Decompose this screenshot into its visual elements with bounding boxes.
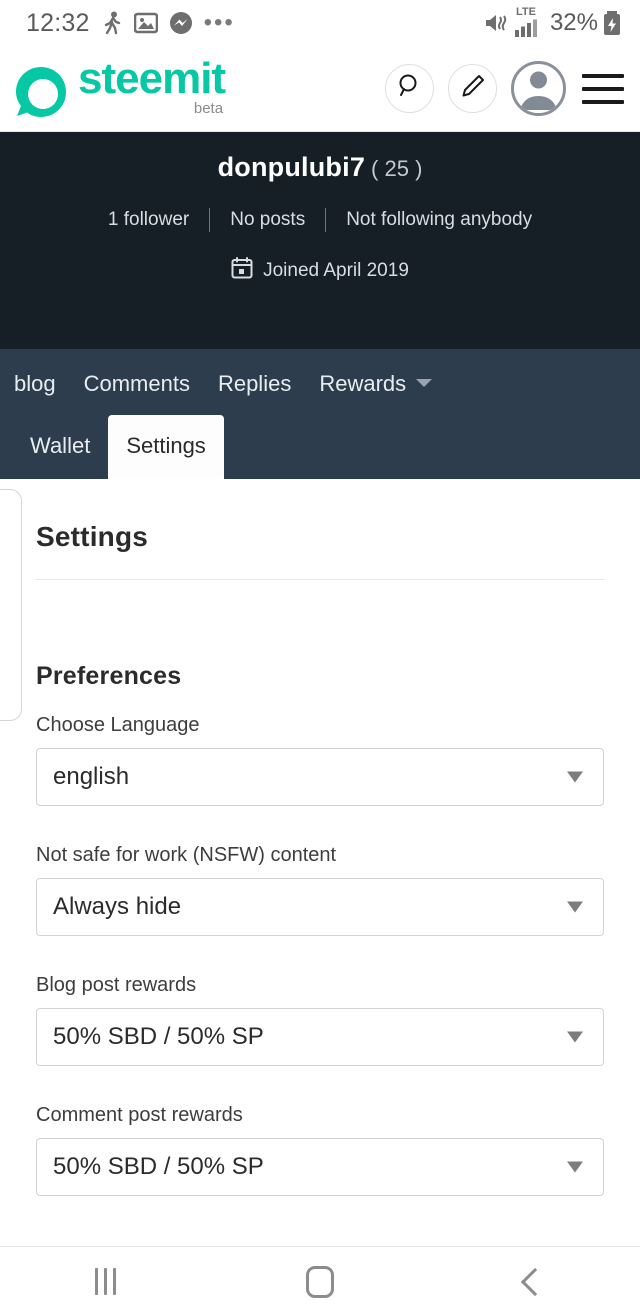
profile-tabs-row-2: Wallet Settings <box>0 415 640 479</box>
profile-tabs-row-1: blog Comments Replies Rewards <box>0 349 640 415</box>
beta-label: beta <box>193 99 224 117</box>
chevron-down-icon <box>416 379 433 387</box>
select-blog-post-rewards[interactable]: 50% SBD / 50% SP <box>36 1008 604 1066</box>
title-divider <box>36 579 604 580</box>
mute-icon <box>484 11 510 35</box>
hamburger-menu-button[interactable] <box>582 73 624 104</box>
label-blog-post-rewards: Blog post rewards <box>36 974 197 996</box>
status-bar-left: 12:32 ••• <box>26 9 235 38</box>
profile-stats: 1 follower No posts Not following anybod… <box>108 208 532 232</box>
field-comment-post-rewards: Comment post rewards 50% SBD / 50% SP <box>36 1104 604 1196</box>
profile-joined-label: Joined April 2019 <box>263 260 409 281</box>
tab-comments[interactable]: Comments <box>84 371 190 397</box>
field-choose-language: Choose Language english <box>36 714 604 806</box>
profile-username: donpulubi7 <box>217 152 366 182</box>
profile-followers[interactable]: 1 follower <box>108 209 189 231</box>
home-icon[interactable] <box>306 1265 335 1298</box>
compose-post-button[interactable] <box>448 64 497 113</box>
header-actions <box>385 61 624 116</box>
chevron-down-icon <box>567 901 583 913</box>
select-choose-language[interactable]: english <box>36 748 604 806</box>
select-nsfw-content[interactable]: Always hide <box>36 878 604 936</box>
recents-bar-2 <box>104 1268 108 1295</box>
profile-tabs: blog Comments Replies Rewards Wallet Set… <box>0 349 640 479</box>
recents-bar-1 <box>95 1268 99 1295</box>
steemit-logo-link[interactable]: steemit beta <box>14 53 226 119</box>
messenger-icon <box>169 11 193 35</box>
profile-following[interactable]: Not following anybody <box>346 209 532 231</box>
hamburger-line-3 <box>582 99 624 104</box>
ellipsis-icon: ••• <box>203 9 235 36</box>
select-comment-post-rewards[interactable]: 50% SBD / 50% SP <box>36 1138 604 1196</box>
steemit-logo-icon <box>14 65 68 119</box>
steemit-wordmark: steemit <box>78 53 226 103</box>
stats-divider-2 <box>325 208 327 232</box>
site-header: steemit beta <box>0 46 640 132</box>
select-comment-post-rewards-value: 50% SBD / 50% SP <box>53 1153 264 1180</box>
chevron-down-icon <box>567 771 583 783</box>
pencil-icon <box>460 73 486 104</box>
user-avatar[interactable] <box>511 61 566 116</box>
steemit-wordmark-group: steemit beta <box>78 53 226 119</box>
photo-icon <box>133 12 158 34</box>
label-nsfw-content: Not safe for work (NSFW) content <box>36 844 337 866</box>
battery-percent-label: 32% <box>549 9 598 36</box>
run-tracker-icon <box>101 11 123 35</box>
profile-reputation: ( 25 ) <box>371 156 423 181</box>
search-button[interactable] <box>385 64 434 113</box>
select-nsfw-content-value: Always hide <box>53 893 182 920</box>
field-nsfw-content: Not safe for work (NSFW) content Always … <box>36 844 604 936</box>
hamburger-line-1 <box>582 73 624 78</box>
label-comment-post-rewards: Comment post rewards <box>36 1104 243 1126</box>
tab-settings[interactable]: Settings <box>108 415 224 479</box>
tab-rewards-label: Rewards <box>319 371 407 396</box>
recents-bar-3 <box>113 1268 117 1295</box>
status-bar-right: LTE 32% <box>484 5 622 38</box>
status-time: 12:32 <box>26 8 90 37</box>
page-title: Settings <box>36 521 149 552</box>
search-icon <box>397 73 423 104</box>
tab-rewards[interactable]: Rewards <box>319 371 433 397</box>
user-avatar-icon <box>514 64 563 113</box>
profile-joined: Joined April 2019 <box>231 257 409 285</box>
preferences-heading: Preferences <box>36 662 182 690</box>
tab-blog[interactable]: blog <box>14 371 56 397</box>
android-navigation-bar <box>0 1246 640 1316</box>
profile-name-row: donpulubi7( 25 ) <box>218 152 423 183</box>
tab-wallet[interactable]: Wallet <box>12 415 108 479</box>
field-blog-post-rewards: Blog post rewards 50% SBD / 50% SP <box>36 974 604 1066</box>
chevron-down-icon <box>567 1161 583 1173</box>
hamburger-line-2 <box>582 86 624 91</box>
select-blog-post-rewards-value: 50% SBD / 50% SP <box>53 1023 264 1050</box>
select-choose-language-value: english <box>53 763 130 790</box>
calendar-icon <box>231 257 253 285</box>
settings-content: Settings Preferences Choose Language eng… <box>0 479 640 1231</box>
battery-charging-icon <box>602 10 622 36</box>
profile-banner: donpulubi7( 25 ) 1 follower No posts Not… <box>0 132 640 349</box>
chevron-down-icon <box>567 1031 583 1043</box>
settings-inner: Settings Preferences Choose Language eng… <box>0 479 640 1196</box>
tab-replies[interactable]: Replies <box>218 371 291 397</box>
network-type-label: LTE <box>515 5 536 18</box>
app-root: 12:32 ••• LTE 32% steemit beta donpulubi… <box>0 0 640 1316</box>
recents-icon[interactable] <box>95 1268 117 1295</box>
stats-divider-1 <box>209 208 211 232</box>
signal-bars-icon: LTE <box>514 5 542 38</box>
profile-posts: No posts <box>230 209 306 230</box>
label-choose-language: Choose Language <box>36 714 200 736</box>
back-icon[interactable] <box>520 1267 549 1296</box>
status-bar: 12:32 ••• LTE 32% <box>0 0 640 46</box>
